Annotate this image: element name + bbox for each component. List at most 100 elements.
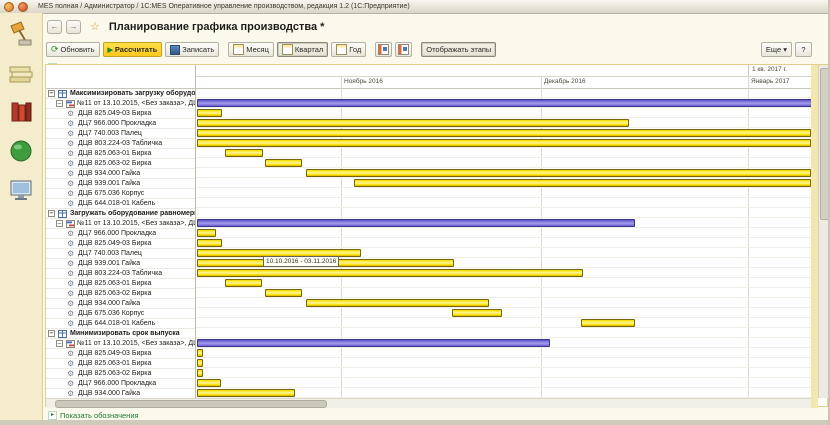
operation-gantt-bar[interactable] <box>197 389 295 397</box>
operation-gantt-bar[interactable] <box>197 349 203 357</box>
favorite-star-icon[interactable]: ☆ <box>90 20 100 33</box>
tree-order-row[interactable]: –№11 от 13.10.2015, <Без заказа>, ДЦБ 64… <box>46 219 195 229</box>
plan-variant-icon <box>58 90 67 98</box>
gear-icon: ⚙ <box>67 279 74 289</box>
gantt-chart-row <box>196 188 811 198</box>
tree-group-row[interactable]: –Загружать оборудование равномерно <box>46 209 195 219</box>
tree-detail-row[interactable]: ⚙ДЦВ 934.000 Гайка <box>46 169 195 179</box>
desk-lamp-icon[interactable] <box>7 20 35 48</box>
operation-gantt-bar[interactable] <box>197 369 203 377</box>
quarter-scale-button[interactable]: Квартал <box>277 42 328 57</box>
tree-detail-row[interactable]: ⚙ДЦВ 939.001 Гайка <box>46 179 195 189</box>
horizontal-scrollbar[interactable] <box>46 398 811 408</box>
operation-gantt-bar[interactable] <box>197 239 222 247</box>
show-legend-link[interactable]: Показать обозначения <box>60 411 139 420</box>
operation-gantt-bar[interactable] <box>225 149 263 157</box>
month-scale-button[interactable]: Месяц <box>228 42 274 57</box>
tree-detail-row[interactable]: ⚙ДЦВ 939.001 Гайка <box>46 259 195 269</box>
green-globe-icon[interactable] <box>7 137 35 165</box>
tree-detail-row[interactable]: ⚙ДЦБ 644.018-01 Кабель <box>46 319 195 329</box>
tree-detail-row[interactable]: ⚙ДЦБ 675.036 Корпус <box>46 309 195 319</box>
tree-detail-row[interactable]: ⚙ДЦБ 675.036 Корпус <box>46 189 195 199</box>
order-gantt-bar[interactable] <box>197 339 550 347</box>
operation-gantt-bar[interactable] <box>197 379 221 387</box>
tree-detail-row[interactable]: ⚙ДЦВ 825.063-01 Бирка <box>46 149 195 159</box>
gantt-chart-row <box>196 338 811 348</box>
more-button[interactable]: Еще ▾ <box>761 42 792 57</box>
operation-gantt-bar[interactable] <box>197 109 222 117</box>
tree-detail-row[interactable]: ⚙ДЦ7 740.003 Палец <box>46 249 195 259</box>
tree-detail-row[interactable]: ⚙ДЦБ 644.018-01 Кабель <box>46 199 195 209</box>
collapse-box-icon[interactable]: – <box>48 210 55 217</box>
refresh-button[interactable]: ⟳ Обновить <box>46 42 100 57</box>
tree-order-row[interactable]: –№11 от 13.10.2015, <Без заказа>, ДЦБ 64… <box>46 99 195 109</box>
operation-gantt-bar[interactable] <box>197 129 811 137</box>
tree-detail-row[interactable]: ⚙ДЦВ 825.063-01 Бирка <box>46 359 195 369</box>
operation-gantt-bar[interactable] <box>197 139 811 147</box>
tree-detail-row[interactable]: ⚙ДЦВ 825.063-02 Бирка <box>46 289 195 299</box>
show-stages-toggle[interactable]: Отображать этапы <box>421 42 496 57</box>
tree-order-row[interactable]: –№11 от 13.10.2015, <Без заказа>, ДЦБ 64… <box>46 339 195 349</box>
operation-gantt-bar[interactable] <box>225 279 262 287</box>
operation-gantt-bar[interactable] <box>265 159 302 167</box>
forward-button[interactable]: → <box>66 20 81 34</box>
operation-gantt-bar[interactable] <box>197 269 583 277</box>
detail-label: ДЦВ 825.049-03 Бирка <box>78 239 151 249</box>
tree-detail-row[interactable]: ⚙ДЦ7 966.000 Прокладка <box>46 119 195 129</box>
detail-label: ДЦ7 966.000 Прокладка <box>78 379 156 389</box>
collapse-box-icon[interactable]: – <box>48 330 55 337</box>
tree-detail-row[interactable]: ⚙ДЦВ 934.000 Гайка <box>46 299 195 309</box>
journal-stack-icon[interactable] <box>7 59 35 87</box>
gear-icon: ⚙ <box>67 289 74 299</box>
save-button[interactable]: Записать <box>165 42 219 57</box>
gear-icon: ⚙ <box>67 239 74 249</box>
tree-detail-row[interactable]: ⚙ДЦ7 966.000 Прокладка <box>46 229 195 239</box>
tree-detail-row[interactable]: ⚙ДЦВ 825.063-02 Бирка <box>46 159 195 169</box>
operation-gantt-bar[interactable] <box>581 319 635 327</box>
gear-icon: ⚙ <box>67 169 74 179</box>
gantt-chart-row <box>196 148 811 158</box>
operation-gantt-bar[interactable] <box>306 169 811 177</box>
horizontal-scrollbar-thumb[interactable] <box>55 400 327 408</box>
operation-gantt-bar[interactable] <box>306 299 489 307</box>
collapse-box-icon[interactable]: – <box>56 340 63 347</box>
collapse-box-icon[interactable]: – <box>56 220 63 227</box>
tree-detail-row[interactable]: ⚙ДЦВ 825.049-03 Бирка <box>46 349 195 359</box>
tree-detail-row[interactable]: ⚙ДЦВ 803.224-03 Табличка <box>46 139 195 149</box>
increase-scale-button[interactable] <box>375 42 392 57</box>
tree-detail-row[interactable]: ⚙ДЦ7 740.003 Палец <box>46 129 195 139</box>
operation-gantt-bar[interactable] <box>354 179 811 187</box>
tree-detail-row[interactable]: ⚙ДЦ7 966.000 Прокладка <box>46 379 195 389</box>
operation-gantt-bar[interactable] <box>265 289 302 297</box>
red-books-icon[interactable] <box>7 98 35 126</box>
tree-group-row[interactable]: –Минимизировать срок выпуска <box>46 329 195 339</box>
tree-detail-row[interactable]: ⚙ ДЦВ 825.049-03 Бирка <box>46 239 195 249</box>
operation-gantt-bar[interactable] <box>197 359 203 367</box>
operation-gantt-bar[interactable] <box>452 309 502 317</box>
gear-icon: ⚙ <box>67 389 74 398</box>
gantt-chart-row <box>196 158 811 168</box>
year-scale-button[interactable]: Год <box>331 42 366 57</box>
operation-gantt-bar[interactable] <box>197 119 629 127</box>
vertical-scrollbar[interactable] <box>818 65 828 398</box>
help-button[interactable]: ? <box>795 42 812 57</box>
tree-detail-row[interactable]: ⚙ДЦВ 803.224-03 Табличка <box>46 269 195 279</box>
tree-detail-row[interactable]: ⚙ДЦВ 825.049-03 Бирка <box>46 109 195 119</box>
window-system-menu-icon[interactable] <box>4 2 14 12</box>
gear-icon: ⚙ <box>67 259 74 269</box>
tree-detail-row[interactable]: ⚙ДЦВ 934.000 Гайка <box>46 389 195 398</box>
tree-group-row[interactable]: –Максимизировать загрузку оборудования <box>46 89 195 99</box>
order-gantt-bar[interactable] <box>197 219 635 227</box>
order-gantt-bar[interactable] <box>197 99 811 107</box>
collapse-box-icon[interactable]: – <box>56 100 63 107</box>
back-button[interactable]: ← <box>47 20 62 34</box>
collapse-box-icon[interactable]: – <box>48 90 55 97</box>
tree-detail-row[interactable]: ⚙ДЦВ 825.063-02 Бирка <box>46 369 195 379</box>
window-close-icon[interactable] <box>18 2 28 12</box>
calculate-button[interactable]: ▶ Рассчитать <box>103 42 163 57</box>
gear-icon: ⚙ <box>67 309 74 319</box>
decrease-scale-button[interactable] <box>395 42 412 57</box>
tree-detail-row[interactable]: ⚙ДЦВ 825.063-01 Бирка <box>46 279 195 289</box>
operation-gantt-bar[interactable] <box>197 229 216 237</box>
monitor-icon[interactable] <box>7 176 35 204</box>
